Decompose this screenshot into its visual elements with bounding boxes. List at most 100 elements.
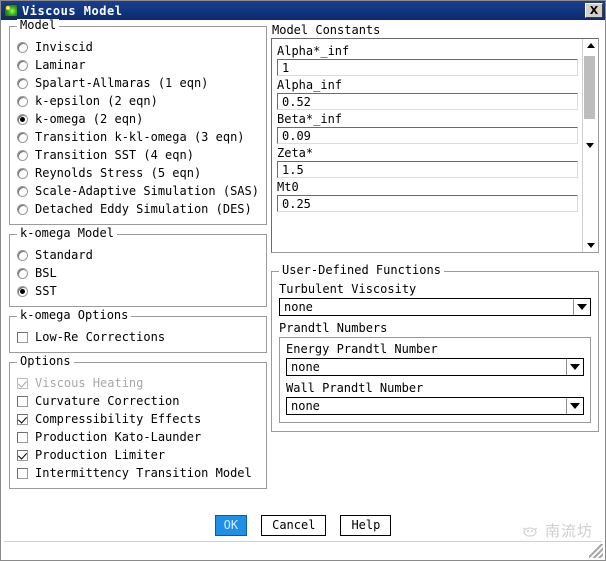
ok-button[interactable]: OK (214, 514, 248, 536)
radio-indicator (17, 149, 28, 161)
wall-prandtl-label: Wall Prandtl Number (286, 381, 424, 395)
radio-laminar[interactable]: Laminar (17, 56, 259, 74)
checkbox-indicator (17, 431, 28, 443)
energy-prandtl-label: Energy Prandtl Number (286, 342, 438, 356)
radio-label: Laminar (35, 58, 86, 72)
constant-label-zeta-star: Zeta* (277, 146, 314, 160)
checkbox-production-limiter[interactable]: Production Limiter (17, 446, 259, 464)
dialog-button-bar: OK Cancel Help (1, 513, 605, 537)
options-group-body: Viscous Heating Curvature Correction Com… (10, 363, 266, 488)
komega-model-group: k-omega Model Standard BSL SST (9, 227, 267, 307)
chevron-down-icon[interactable] (573, 299, 590, 315)
close-icon[interactable]: X (585, 3, 603, 18)
radio-k-omega[interactable]: k-omega (2 eqn) (17, 110, 259, 128)
constant-input-zeta-star[interactable] (277, 161, 578, 178)
scroll-up-button[interactable] (584, 39, 597, 52)
title-bar: Viscous Model X (1, 1, 605, 20)
turbulent-viscosity-select[interactable]: none (279, 298, 591, 316)
radio-label: Spalart-Allmaras (1 eqn) (35, 76, 209, 90)
radio-label: Inviscid (35, 40, 93, 54)
viscous-model-dialog: Viscous Model X Model Inviscid Laminar S… (0, 0, 606, 561)
constant-input-alpha-star-inf[interactable] (277, 59, 578, 76)
radio-k-epsilon[interactable]: k-epsilon (2 eqn) (17, 92, 259, 110)
checkbox-label: Low-Re Corrections (35, 330, 166, 344)
komega-options-group: k-omega Options Low-Re Corrections (9, 309, 267, 353)
radio-label: Reynolds Stress (5 eqn) (35, 166, 202, 180)
constant-label-mt0: Mt0 (277, 180, 299, 194)
radio-standard[interactable]: Standard (17, 246, 259, 264)
model-constants-title: Model Constants (272, 23, 381, 37)
checkbox-compressibility-effects[interactable]: Compressibility Effects (17, 410, 259, 428)
wall-prandtl-value: none (291, 399, 320, 413)
radio-inviscid[interactable]: Inviscid (17, 38, 259, 56)
triangle-up-icon (586, 43, 595, 48)
radio-label: Transition SST (4 eqn) (35, 148, 194, 162)
radio-indicator (17, 267, 28, 279)
checkbox-low-re-corrections[interactable]: Low-Re Corrections (17, 328, 259, 346)
energy-prandtl-select[interactable]: none (286, 358, 584, 376)
model-constants-scrollbar[interactable] (582, 39, 598, 252)
udf-group: User-Defined Functions Turbulent Viscosi… (271, 264, 599, 432)
checkbox-label: Curvature Correction (35, 394, 180, 408)
constant-input-alpha-inf[interactable] (277, 93, 578, 110)
checkbox-production-kato-launder[interactable]: Production Kato-Launder (17, 428, 259, 446)
prandtl-numbers-group: Energy Prandtl Number none Wall Prandtl … (279, 337, 591, 423)
constant-input-mt0[interactable] (277, 195, 578, 212)
checkbox-label: Compressibility Effects (35, 412, 202, 426)
checkbox-label: Intermittency Transition Model (35, 466, 252, 480)
resize-grip[interactable] (589, 544, 603, 558)
left-column: Model Inviscid Laminar Spalart-Allmaras … (9, 19, 267, 498)
radio-indicator (17, 95, 28, 107)
komega-model-group-body: Standard BSL SST (10, 235, 266, 306)
radio-detached-eddy-simulation[interactable]: Detached Eddy Simulation (DES) (17, 200, 259, 218)
fluent-app-icon (4, 4, 18, 17)
scroll-down-button[interactable] (584, 239, 597, 252)
radio-indicator (17, 185, 28, 197)
checkbox-label: Production Limiter (35, 448, 166, 462)
radio-sst[interactable]: SST (17, 282, 259, 300)
triangle-down-icon (586, 143, 594, 162)
checkbox-indicator (17, 413, 28, 425)
bottom-separator (4, 541, 602, 542)
radio-indicator (17, 131, 28, 143)
model-constants-list: Alpha*_inf Alpha_inf Beta*_inf Zeta* Mt0 (272, 39, 582, 252)
checkbox-indicator (17, 331, 28, 343)
radio-indicator (17, 59, 28, 71)
radio-indicator (17, 203, 28, 215)
checkbox-label: Production Kato-Launder (35, 430, 202, 444)
model-constants-panel: Alpha*_inf Alpha_inf Beta*_inf Zeta* Mt0 (271, 38, 599, 253)
radio-reynolds-stress[interactable]: Reynolds Stress (5 eqn) (17, 164, 259, 182)
radio-spalart-allmaras[interactable]: Spalart-Allmaras (1 eqn) (17, 74, 259, 92)
radio-scale-adaptive-simulation[interactable]: Scale-Adaptive Simulation (SAS) (17, 182, 259, 200)
checkbox-indicator (17, 467, 28, 479)
triangle-down-icon (570, 403, 580, 409)
checkbox-curvature-correction[interactable]: Curvature Correction (17, 392, 259, 410)
checkbox-viscous-heating: Viscous Heating (17, 374, 259, 392)
constant-label-beta-star-inf: Beta*_inf (277, 112, 343, 126)
radio-indicator (17, 285, 28, 297)
radio-bsl[interactable]: BSL (17, 264, 259, 282)
scrollbar-thumb[interactable] (584, 56, 595, 119)
wall-prandtl-select[interactable]: none (286, 397, 584, 415)
checkbox-indicator (17, 449, 28, 461)
checkbox-label: Viscous Heating (35, 376, 144, 390)
chevron-down-icon[interactable] (566, 359, 583, 375)
window-title: Viscous Model (22, 3, 123, 18)
checkbox-intermittency-transition-model[interactable]: Intermittency Transition Model (17, 464, 259, 482)
scroll-mid-indicator (586, 143, 594, 162)
radio-indicator (17, 77, 28, 89)
model-group: Model Inviscid Laminar Spalart-Allmaras … (9, 19, 267, 225)
turbulent-viscosity-label: Turbulent Viscosity (279, 282, 417, 296)
radio-label: Transition k-kl-omega (3 eqn) (35, 130, 245, 144)
constant-input-beta-star-inf[interactable] (277, 127, 578, 144)
help-button[interactable]: Help (340, 514, 392, 536)
model-group-title: Model (17, 19, 60, 32)
scrollbar-track[interactable] (583, 52, 598, 239)
chevron-down-icon[interactable] (566, 398, 583, 414)
prandtl-numbers-label: Prandtl Numbers (279, 321, 388, 335)
radio-label: SST (35, 284, 57, 298)
triangle-down-icon (586, 243, 595, 248)
radio-transition-k-kl-omega[interactable]: Transition k-kl-omega (3 eqn) (17, 128, 259, 146)
cancel-button[interactable]: Cancel (261, 514, 327, 536)
radio-transition-sst[interactable]: Transition SST (4 eqn) (17, 146, 259, 164)
